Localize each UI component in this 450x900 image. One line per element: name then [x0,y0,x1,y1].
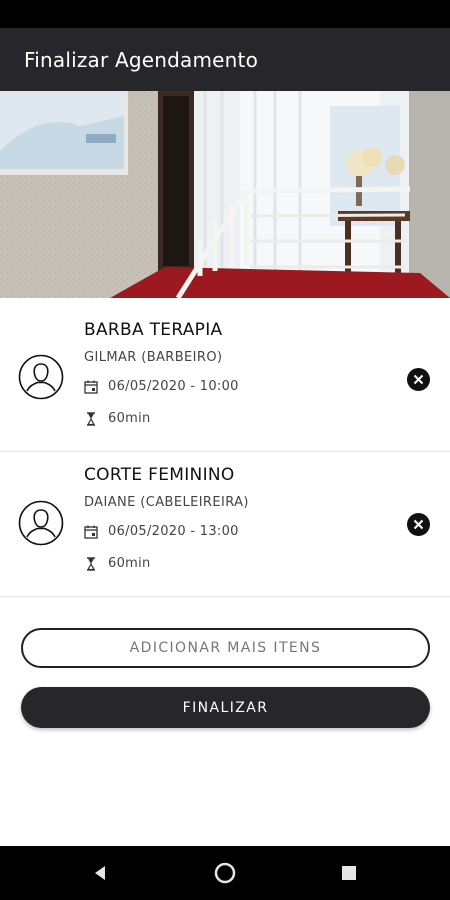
hourglass-icon [86,411,96,426]
close-icon [413,519,424,530]
remove-item-button[interactable] [407,368,430,391]
service-name: BARBA TERAPIA [84,320,223,340]
remove-item-button[interactable] [407,513,430,536]
calendar-icon [84,525,98,539]
back-icon[interactable] [90,862,112,884]
booking-duration: 60min [84,411,151,426]
home-icon[interactable] [214,862,236,884]
finish-button[interactable]: FINALIZAR [21,687,430,728]
professional-name: DAIANE (CABELEIREIRA) [84,495,249,510]
duration-text: 60min [108,411,151,426]
duration-text: 60min [108,556,151,571]
service-name: CORTE FEMININO [84,465,235,485]
datetime-text: 06/05/2020 - 10:00 [108,379,239,394]
calendar-icon [84,380,98,394]
datetime-text: 06/05/2020 - 13:00 [108,524,239,539]
add-more-items-button[interactable]: ADICIONAR MAIS ITENS [21,628,430,668]
hero-image [0,91,450,298]
booking-item: BARBA TERAPIA GILMAR (BARBEIRO) 06/05/20… [0,307,450,452]
booking-datetime: 06/05/2020 - 10:00 [84,379,239,394]
app-bar: Finalizar Agendamento [0,28,450,91]
hourglass-icon [86,556,96,571]
status-bar [0,0,450,28]
close-icon [413,374,424,385]
booking-item: CORTE FEMININO DAIANE (CABELEIREIRA) 06/… [0,452,450,597]
professional-name: GILMAR (BARBEIRO) [84,350,223,365]
page-title: Finalizar Agendamento [24,47,259,72]
booking-duration: 60min [84,556,151,571]
recent-apps-icon[interactable] [338,862,360,884]
user-avatar-icon [18,354,64,400]
user-avatar-icon [18,500,64,546]
booking-datetime: 06/05/2020 - 13:00 [84,524,239,539]
system-nav-bar [0,846,450,900]
